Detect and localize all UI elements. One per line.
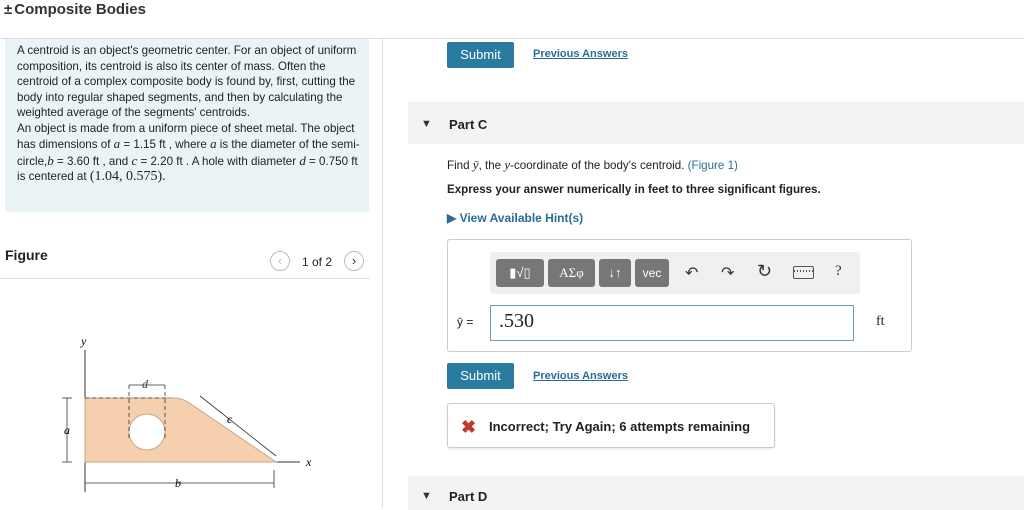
question-text: Find ȳ, the y-coordinate of the body's c… [447, 157, 738, 172]
y-axis-label: y [80, 334, 87, 348]
answer-input[interactable]: .530 [490, 305, 854, 341]
feedback-text: Incorrect; Try Again; 6 attempts remaini… [489, 419, 751, 434]
symbols-button[interactable]: ΑΣφ [548, 259, 595, 287]
submit-button[interactable]: Submit [447, 363, 514, 389]
figure-counter: 1 of 2 [302, 255, 333, 269]
view-hints-link[interactable]: ▶ View Available Hint(s) [447, 211, 583, 225]
submit-button-part-b[interactable]: Submit [447, 42, 514, 68]
part-d-title[interactable]: Part D [449, 489, 487, 504]
figure-link[interactable]: (Figure 1) [688, 159, 738, 172]
composite-body-figure: y x d a b c [62, 334, 312, 492]
answer-variable-label: ȳ = [457, 315, 474, 329]
hole [128, 413, 166, 451]
unit-label: ft [876, 314, 885, 329]
arrows-button[interactable]: ↓↑ [599, 259, 631, 287]
help-button[interactable]: ? [835, 263, 842, 280]
reset-icon[interactable]: ↻ [757, 261, 772, 282]
figure-divider [0, 278, 370, 279]
panel-divider [382, 38, 383, 508]
caret-down-icon-part-d[interactable]: ▼ [421, 490, 432, 502]
part-c-header[interactable] [408, 102, 1024, 144]
intro-paragraph-2: An object is made from a uniform piece o… [17, 121, 360, 185]
keyboard-icon[interactable] [793, 266, 814, 279]
b-label: b [175, 476, 181, 490]
redo-icon[interactable]: ↷ [721, 263, 734, 283]
composite-body-shape [84, 397, 278, 463]
incorrect-icon: ✖ [461, 417, 477, 437]
caret-down-icon[interactable]: ▼ [421, 118, 432, 130]
part-d-header[interactable] [408, 476, 1024, 510]
caret-right-icon: ▶ [447, 211, 460, 225]
figure-heading: Figure [5, 247, 48, 263]
intro-panel: A centroid is an object's geometric cent… [5, 39, 369, 212]
page-title: ± Composite Bodies [4, 1, 146, 18]
x-axis-label: x [305, 455, 312, 469]
intro-paragraph-1: A centroid is an object's geometric cent… [17, 44, 357, 119]
instruction-text: Express your answer numerically in feet … [447, 183, 821, 196]
d-label: d [142, 377, 149, 391]
vec-button[interactable]: vec [635, 259, 669, 287]
part-c-title[interactable]: Part C [449, 117, 487, 132]
chevron-left-icon[interactable]: ‹ [270, 251, 290, 271]
collapse-toggle-icon[interactable]: ± [4, 1, 12, 18]
previous-answers-link-part-b[interactable]: Previous Answers [533, 48, 628, 60]
page-title-text: Composite Bodies [14, 1, 146, 18]
undo-icon[interactable]: ↶ [685, 263, 698, 283]
templates-button[interactable]: ▮√▯ [496, 259, 544, 287]
a-label: a [64, 423, 70, 437]
chevron-right-icon[interactable]: › [344, 251, 364, 271]
c-label: c [227, 412, 233, 426]
previous-answers-link[interactable]: Previous Answers [533, 370, 628, 382]
